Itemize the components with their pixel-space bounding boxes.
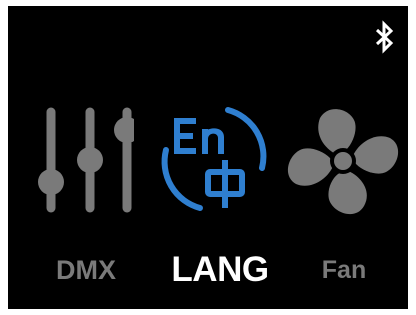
bluetooth-icon — [372, 20, 396, 54]
language-en-zh-icon — [161, 107, 267, 211]
menu-item-fan[interactable] — [284, 104, 402, 216]
menu-item-dmx[interactable] — [16, 104, 134, 216]
menu-label-fan: Fan — [321, 256, 367, 284]
menu-item-lang[interactable] — [154, 104, 272, 216]
fan-icon — [287, 109, 399, 215]
sliders-icon — [38, 107, 134, 213]
menu-label-lang: LANG — [171, 250, 269, 289]
menu-label-dmx: DMX — [56, 255, 116, 285]
device-screen: DMX LANG Fan — [8, 6, 408, 309]
